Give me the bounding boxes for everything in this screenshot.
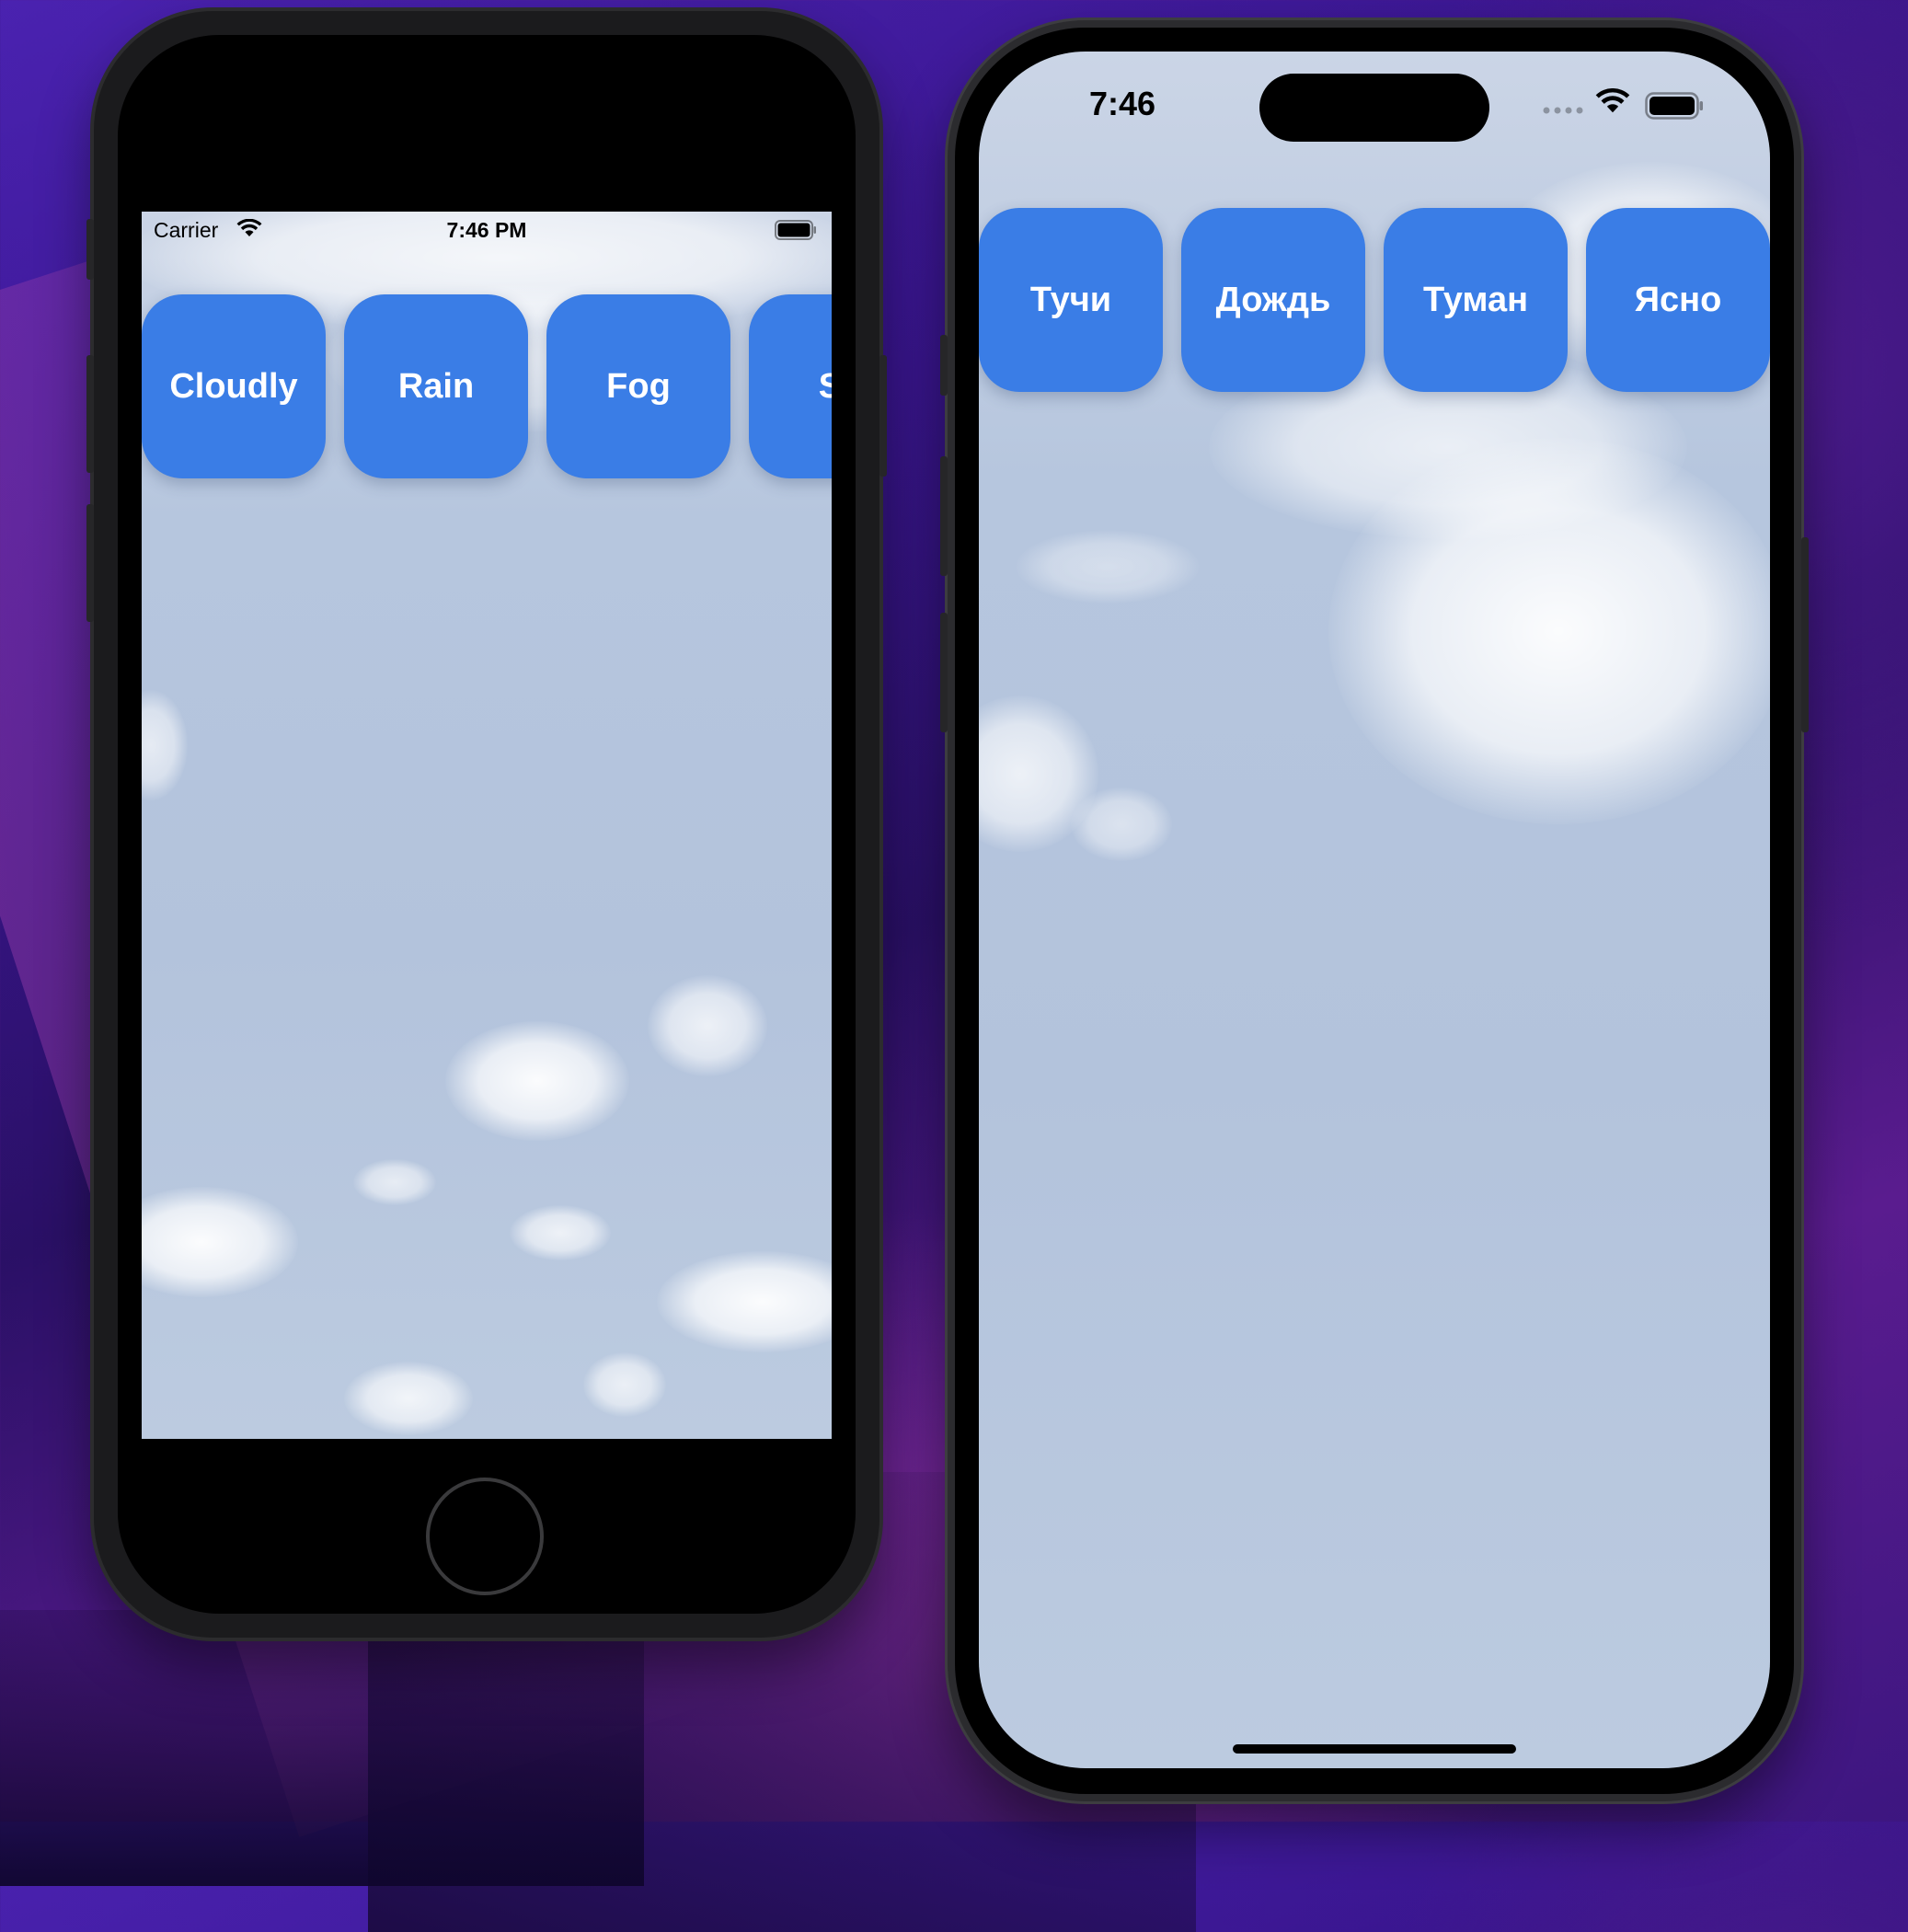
weather-button-row: Cloudly Rain Fog Su [142, 294, 832, 478]
volume-down-button [86, 504, 94, 622]
rain-button[interactable]: Дождь [1181, 208, 1365, 392]
status-time: 7:46 PM [446, 218, 527, 242]
volume-up-button [940, 456, 948, 576]
home-indicator[interactable] [1233, 1744, 1516, 1754]
screen-left: Carrier 7:46 PM Cloudly Rain Fog Su [142, 212, 832, 1439]
cloudly-button[interactable]: Cloudly [142, 294, 326, 478]
screen-right: 7:46 Тучи Дождь Туман Ясно [979, 52, 1770, 1768]
volume-up-button [86, 355, 94, 473]
weather-button-row: Тучи Дождь Туман Ясно [979, 208, 1770, 392]
mute-switch [86, 219, 94, 280]
status-bar: Carrier 7:46 PM [142, 212, 832, 248]
wallpaper-shadow-bottom [0, 1610, 644, 1886]
volume-down-button [940, 613, 948, 732]
wifi-icon [1595, 87, 1630, 119]
clear-button[interactable]: Ясно [1586, 208, 1770, 392]
dynamic-island [1259, 74, 1489, 142]
action-button [940, 335, 948, 396]
fog-button[interactable]: Fog [546, 294, 730, 478]
clouds-button[interactable]: Тучи [979, 208, 1163, 392]
power-button [879, 355, 887, 477]
signal-dots-icon [1542, 103, 1586, 120]
status-time: 7:46 [1089, 85, 1156, 122]
fog-button[interactable]: Туман [1384, 208, 1568, 392]
rain-button[interactable]: Rain [344, 294, 528, 478]
power-button [1801, 537, 1809, 732]
battery-icon [775, 220, 817, 246]
sunny-button[interactable]: Su [749, 294, 832, 478]
home-button[interactable] [426, 1478, 544, 1595]
battery-icon [1645, 92, 1704, 124]
